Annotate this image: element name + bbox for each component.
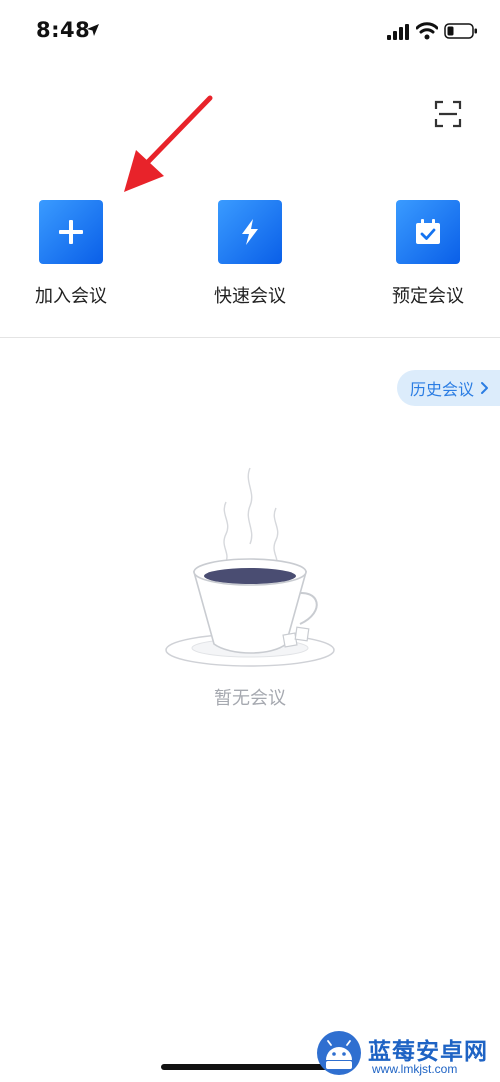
status-bar: 8:48 bbox=[0, 0, 500, 64]
coffee-cup-illustration bbox=[165, 467, 335, 667]
schedule-meeting-button[interactable]: 预定会议 bbox=[358, 200, 498, 310]
watermark-title: 蓝莓安卓网 bbox=[368, 1039, 488, 1065]
android-logo-icon bbox=[317, 1031, 361, 1075]
annotation-arrow bbox=[124, 95, 213, 192]
battery-icon bbox=[444, 23, 477, 39]
chevron-right-icon bbox=[481, 382, 489, 394]
watermark: 蓝莓安卓网 www.lmkjst.com bbox=[312, 1028, 498, 1080]
history-meetings-label: 历史会议 bbox=[410, 380, 475, 399]
divider bbox=[0, 337, 500, 338]
status-time: 8:48 bbox=[36, 18, 91, 42]
join-meeting-tile[interactable] bbox=[39, 200, 103, 264]
scan-icon[interactable] bbox=[434, 100, 462, 128]
schedule-meeting-tile[interactable] bbox=[396, 200, 460, 264]
schedule-meeting-label: 预定会议 bbox=[392, 286, 464, 307]
quick-meeting-tile[interactable] bbox=[218, 200, 282, 264]
quick-meeting-button[interactable]: 快速会议 bbox=[180, 200, 320, 310]
quick-meeting-label: 快速会议 bbox=[214, 286, 286, 307]
lightning-icon bbox=[242, 219, 258, 245]
location-arrow-icon bbox=[87, 24, 99, 36]
join-meeting-label: 加入会议 bbox=[35, 286, 107, 307]
history-meetings-button[interactable]: 历史会议 bbox=[397, 370, 500, 406]
empty-state-text: 暂无会议 bbox=[214, 688, 286, 709]
watermark-url: www.lmkjst.com bbox=[372, 1062, 458, 1076]
calendar-check-icon bbox=[416, 219, 440, 244]
join-meeting-button[interactable]: 加入会议 bbox=[1, 200, 141, 310]
wifi-icon bbox=[416, 22, 438, 40]
signal-icon bbox=[387, 24, 409, 40]
plus-icon bbox=[59, 220, 83, 244]
